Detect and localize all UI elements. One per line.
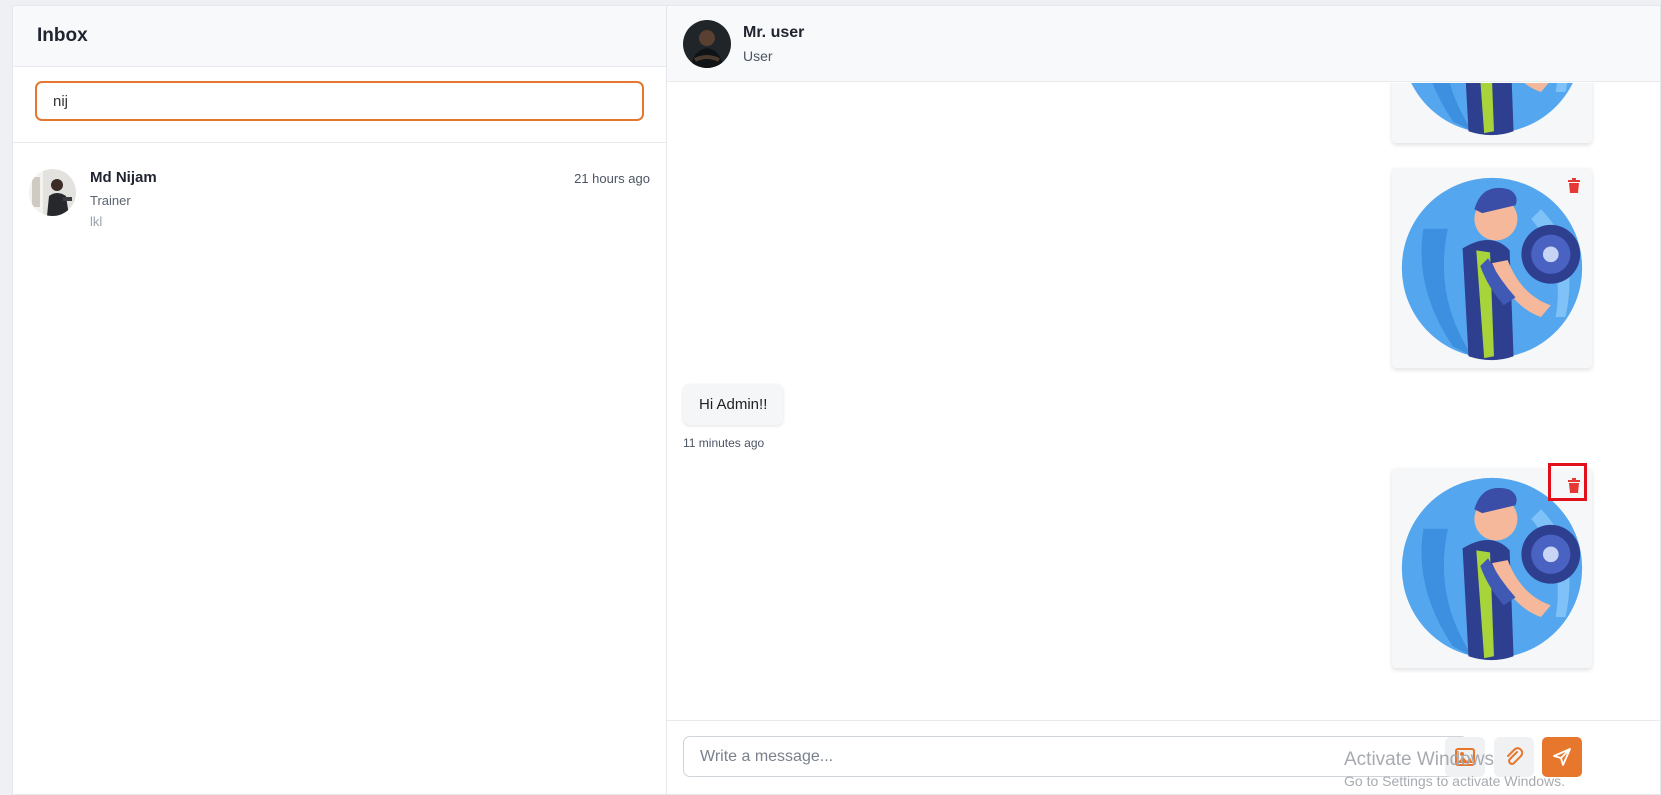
image-message[interactable] — [1392, 168, 1592, 368]
inbox-panel: Inbox Md Nijam Trainer lkl 21 h — [13, 6, 667, 794]
trash-icon[interactable] — [1566, 176, 1582, 194]
text-message: Hi Admin!! — [683, 384, 784, 425]
chat-partner-role: User — [743, 47, 773, 64]
fitness-image — [1394, 83, 1590, 141]
inbox-title: Inbox — [37, 25, 88, 46]
watermark-title: Activate Windows — [1344, 749, 1494, 770]
search-area — [13, 67, 666, 143]
avatar — [683, 19, 731, 68]
watermark-subtitle: Go to Settings to activate Windows. — [1344, 773, 1565, 789]
contact-name: Md Nijam — [90, 169, 157, 186]
contact-role: Trainer — [90, 193, 131, 208]
activation-watermark: Activate Windows Go to Settings to activ… — [1344, 749, 1565, 789]
contact-time: 21 hours ago — [574, 171, 650, 186]
chat-partner-name: Mr. user — [743, 23, 805, 41]
contact-item[interactable]: Md Nijam Trainer lkl 21 hours ago — [13, 143, 666, 233]
avatar — [29, 169, 76, 216]
search-input[interactable] — [35, 81, 644, 121]
message-list[interactable]: Hi Admin!! 11 minutes ago — [667, 83, 1660, 673]
fitness-image — [1394, 170, 1590, 366]
chat-header: Mr. user User — [667, 6, 1660, 82]
trash-highlight-box — [1548, 463, 1587, 501]
chat-panel: Mr. user User Hi Admin!! 11 minutes ago — [667, 6, 1660, 794]
image-message[interactable] — [1392, 83, 1592, 143]
message-time: 11 minutes ago — [683, 436, 765, 450]
app-window: Inbox Md Nijam Trainer lkl 21 h — [12, 5, 1661, 795]
contact-last-message: lkl — [90, 214, 103, 229]
inbox-header: Inbox — [13, 6, 666, 67]
